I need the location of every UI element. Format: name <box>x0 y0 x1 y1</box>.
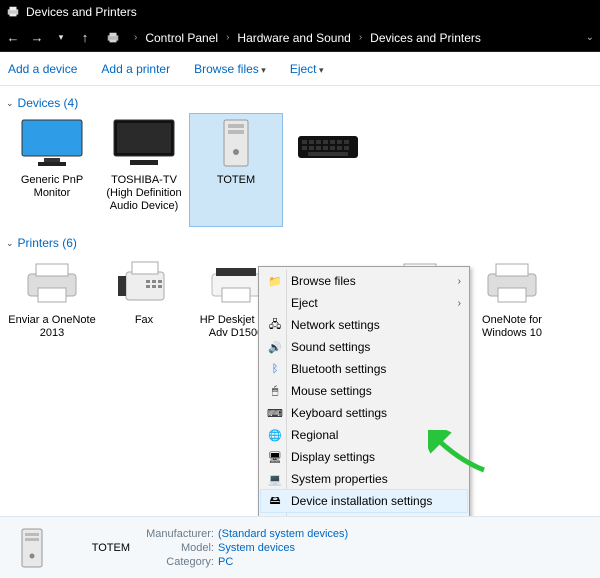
details-pane: TOTEM Manufacturer: (Standard system dev… <box>0 516 600 578</box>
breadcrumb-control-panel[interactable]: Control Panel <box>145 31 218 45</box>
mouse-icon: 🖱 <box>267 383 283 399</box>
chevron-right-icon: › <box>134 32 137 43</box>
expand-icon: ⌄ <box>6 238 14 249</box>
cm-mouse-settings[interactable]: 🖱Mouse settings <box>261 380 467 402</box>
pc-tower-icon <box>10 526 54 570</box>
device-item-selected[interactable]: TOTEM <box>190 114 282 226</box>
breadcrumb-dropdown[interactable]: ⌄ <box>586 32 594 43</box>
sound-icon: 🔊 <box>267 339 283 355</box>
device-item[interactable] <box>282 114 374 226</box>
device-item[interactable]: TOSHIBA-TV (High Definition Audio Device… <box>98 114 190 226</box>
details-model-label: Model: <box>134 542 214 554</box>
devices-grid: Generic PnP Monitor TOSHIBA-TV (High Def… <box>6 114 594 230</box>
details-device-name: TOTEM <box>62 542 130 554</box>
chevron-right-icon: › <box>226 32 229 43</box>
cm-display-settings[interactable]: 🖥Display settings <box>261 446 467 468</box>
printer-icon <box>20 258 84 308</box>
details-properties: Manufacturer: (Standard system devices) … <box>134 528 348 568</box>
cm-regional[interactable]: 🌐Regional <box>261 424 467 446</box>
back-button[interactable]: ← <box>6 31 20 45</box>
chevron-right-icon: › <box>458 298 461 309</box>
monitor-icon <box>20 118 84 168</box>
breadcrumb-root-icon[interactable] <box>106 31 120 45</box>
cm-system-properties[interactable]: 💻System properties <box>261 468 467 490</box>
add-printer-button[interactable]: Add a printer <box>101 62 170 76</box>
details-manufacturer-value: (Standard system devices) <box>218 528 348 540</box>
cm-eject[interactable]: Eject› <box>261 292 467 314</box>
details-model-value: System devices <box>218 542 348 554</box>
forward-button[interactable]: → <box>30 31 44 45</box>
cm-network-settings[interactable]: 🖧Network settings <box>261 314 467 336</box>
network-icon: 🖧 <box>267 317 283 333</box>
chevron-right-icon: › <box>359 32 362 43</box>
tv-icon <box>112 118 176 168</box>
cm-power-options[interactable]: ⏻Power options <box>261 512 467 516</box>
fax-icon <box>112 258 176 308</box>
bluetooth-icon: ᛒ <box>267 361 283 377</box>
folder-icon: 📁 <box>267 273 283 289</box>
content-area: ⌄ Devices (4) Generic PnP Monitor TOSHIB… <box>0 86 600 516</box>
printer-label: Fax <box>135 314 153 327</box>
printers-section-header[interactable]: ⌄ Printers (6) <box>6 236 594 250</box>
window-title: Devices and Printers <box>26 5 137 19</box>
details-manufacturer-label: Manufacturer: <box>134 528 214 540</box>
printer-icon <box>480 258 544 308</box>
device-label: TOTEM <box>217 174 255 187</box>
printer-label: Enviar a OneNote 2013 <box>8 314 96 340</box>
printer-item[interactable]: Enviar a OneNote 2013 <box>6 254 98 366</box>
nav-bar: ← → ▾ ↑ › Control Panel › Hardware and S… <box>0 24 600 52</box>
keyboard-icon <box>296 118 360 168</box>
device-item[interactable]: Generic PnP Monitor <box>6 114 98 226</box>
cm-keyboard-settings[interactable]: ⌨Keyboard settings <box>261 402 467 424</box>
cm-sound-settings[interactable]: 🔊Sound settings <box>261 336 467 358</box>
cm-bluetooth-settings[interactable]: ᛒBluetooth settings <box>261 358 467 380</box>
device-install-icon: 🖴 <box>267 493 283 509</box>
devices-section-header[interactable]: ⌄ Devices (4) <box>6 96 594 110</box>
keyboard-icon: ⌨ <box>267 405 283 421</box>
add-device-button[interactable]: Add a device <box>8 62 77 76</box>
browse-files-button[interactable]: Browse files <box>194 62 266 76</box>
printers-section-title: Printers (6) <box>18 236 77 250</box>
devices-section-title: Devices (4) <box>18 96 79 110</box>
cm-device-installation-settings[interactable]: 🖴Device installation settings <box>261 490 467 512</box>
printer-icon <box>6 5 20 19</box>
recent-dropdown[interactable]: ▾ <box>54 31 68 45</box>
up-button[interactable]: ↑ <box>78 31 92 45</box>
pc-tower-icon <box>204 118 268 168</box>
system-icon: 💻 <box>267 471 283 487</box>
breadcrumb-devices-printers[interactable]: Devices and Printers <box>370 31 481 45</box>
cm-browse-files[interactable]: 📁Browse files› <box>261 270 467 292</box>
expand-icon: ⌄ <box>6 98 14 109</box>
region-icon: 🌐 <box>267 427 283 443</box>
printer-label: OneNote for Windows 10 <box>468 314 556 340</box>
chevron-right-icon: › <box>458 276 461 287</box>
details-category-label: Category: <box>134 556 214 568</box>
device-label: Generic PnP Monitor <box>8 174 96 200</box>
command-toolbar: Add a device Add a printer Browse files … <box>0 52 600 86</box>
printer-item[interactable]: Fax <box>98 254 190 366</box>
printer-item[interactable]: OneNote for Windows 10 <box>466 254 558 366</box>
breadcrumb-hardware-sound[interactable]: Hardware and Sound <box>237 31 350 45</box>
eject-button[interactable]: Eject <box>290 62 324 76</box>
display-icon: 🖥 <box>267 449 283 465</box>
device-label: TOSHIBA-TV (High Definition Audio Device… <box>100 174 188 214</box>
context-menu: 📁Browse files› Eject› 🖧Network settings … <box>258 266 470 516</box>
window-titlebar: Devices and Printers <box>0 0 600 24</box>
blank-icon <box>267 295 283 311</box>
details-category-value: PC <box>218 556 348 568</box>
power-icon: ⏻ <box>267 515 283 516</box>
